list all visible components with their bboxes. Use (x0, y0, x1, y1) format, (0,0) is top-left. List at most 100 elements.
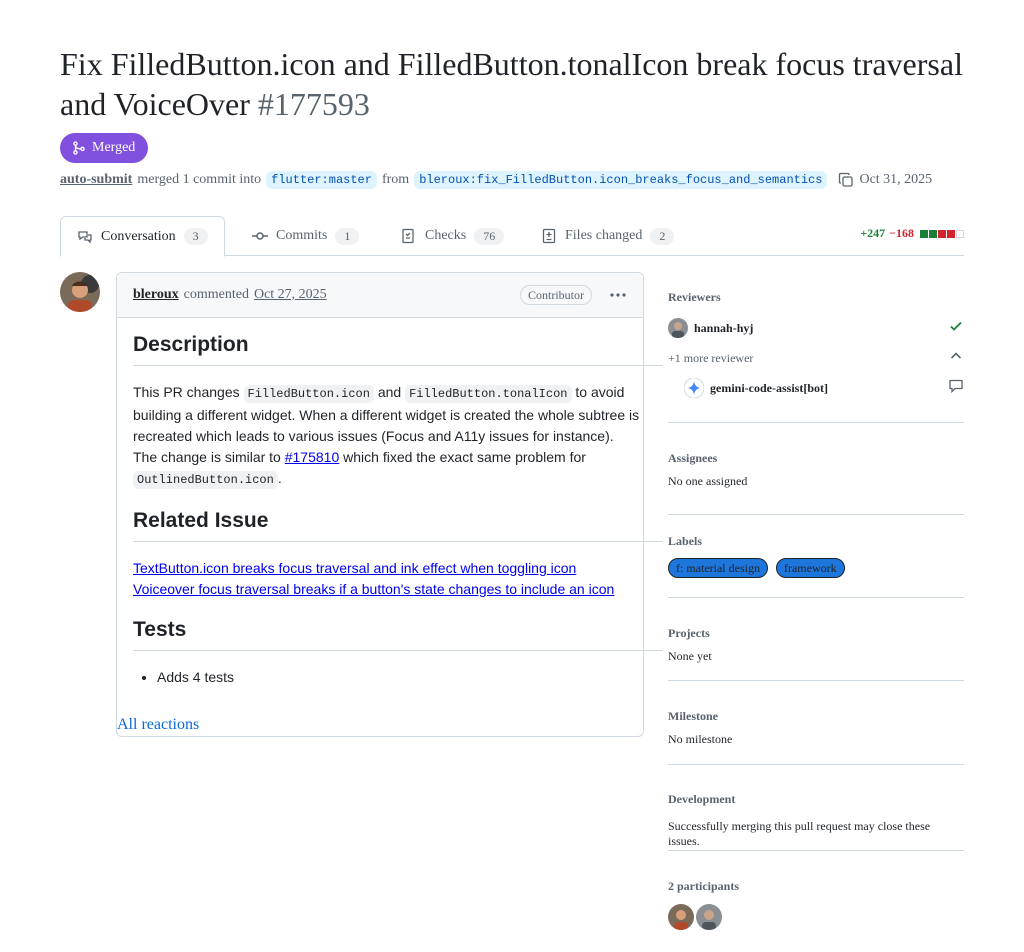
merge-icon (73, 141, 85, 155)
related-issues: TextButton.icon breaks focus traversal a… (133, 558, 653, 600)
reviewer-row[interactable]: gemini-code-assist[bot] (668, 377, 964, 399)
divider (668, 514, 964, 515)
avatar[interactable] (696, 904, 722, 930)
participants-section: 2 participants (668, 879, 964, 930)
commit-icon (252, 232, 268, 240)
all-reactions-link[interactable]: All reactions (117, 716, 199, 734)
assignees-title[interactable]: Assignees (668, 451, 964, 466)
conversation-icon (78, 230, 92, 244)
file-diff-icon (542, 228, 556, 244)
projects-value: None yet (668, 649, 712, 663)
heading-related-issue: Related Issue (133, 507, 663, 542)
tab-commits[interactable]: Commits 1 (236, 216, 375, 256)
reviewers-section: Reviewers hannah-hyj +1 more reviewer ge… (668, 290, 964, 399)
deletions-count: −168 (889, 226, 914, 240)
list-item: Adds 4 tests (157, 667, 653, 688)
tab-label: Checks (425, 228, 467, 243)
divider (668, 597, 964, 598)
inline-code: OutlinedButton.icon (133, 471, 278, 489)
tests-list: Adds 4 tests (133, 667, 653, 688)
check-icon (948, 318, 964, 338)
tab-checks[interactable]: Checks 76 (385, 216, 520, 256)
tab-counter: 76 (474, 227, 505, 245)
tab-conversation[interactable]: Conversation 3 (60, 216, 225, 257)
tab-counter: 2 (650, 227, 675, 245)
more-reviewers-toggle[interactable]: +1 more reviewer (668, 347, 964, 369)
tab-label: Files changed (565, 228, 643, 243)
pr-number: #177593 (257, 86, 370, 122)
comment-action: commented (183, 287, 249, 302)
diffstat-blocks (920, 229, 964, 238)
participants-list (668, 904, 964, 930)
tab-counter: 3 (183, 228, 208, 245)
sparkle-icon (684, 378, 704, 398)
development-section: Development Successfully merging this pu… (668, 792, 964, 849)
projects-section: Projects None yet (668, 626, 964, 664)
description-paragraph: This PR changes FilledButton.icon and Fi… (133, 382, 653, 491)
pr-title-text: Fix FilledButton.icon and FilledButton.t… (60, 46, 963, 122)
labels-list: f: material design framework (668, 558, 964, 578)
text: and (377, 384, 402, 400)
label-framework[interactable]: framework (775, 558, 845, 578)
divider (668, 764, 964, 765)
diffstat: +247 −168 (860, 226, 964, 241)
text: which fixed the exact same problem for (343, 449, 586, 465)
inline-code: FilledButton.tonalIcon (405, 385, 572, 403)
text: . (277, 470, 282, 486)
labels-title[interactable]: Labels (668, 534, 964, 549)
tab-files-changed[interactable]: Files changed 2 (525, 216, 690, 256)
inline-code: FilledButton.icon (243, 385, 374, 403)
comment-body: Description This PR changes FilledButton… (133, 331, 663, 688)
comment-date[interactable]: Oct 27, 2025 (254, 287, 327, 303)
from-text: from (381, 172, 410, 187)
divider (668, 422, 964, 423)
issue-link[interactable]: Voiceover focus traversal breaks if a bu… (133, 581, 614, 597)
comment-author[interactable]: bleroux (133, 287, 179, 303)
chevron-up-icon (948, 348, 964, 368)
issue-link[interactable]: TextButton.icon breaks focus traversal a… (133, 560, 576, 576)
reviewer-name: gemini-code-assist[bot] (710, 380, 828, 395)
checklist-icon (402, 228, 414, 244)
avatar[interactable] (60, 272, 100, 312)
milestone-value: No milestone (668, 732, 733, 746)
divider (668, 850, 964, 851)
divider (668, 680, 964, 681)
additions-count: +247 (860, 226, 886, 240)
merge-date: Oct 31, 2025 (859, 172, 933, 187)
assignees-value: No one assigned (668, 474, 748, 488)
participants-title: 2 participants (668, 879, 740, 893)
pr-title: Fix FilledButton.icon and FilledButton.t… (60, 44, 980, 124)
tab-counter: 1 (335, 227, 360, 245)
milestone-section: Milestone No milestone (668, 709, 964, 747)
reviewer-name: hannah-hyj (694, 320, 754, 335)
pr-tabs: Conversation 3 Commits 1 Checks 76 Files… (60, 216, 964, 257)
comment-header: bleroux commented Oct 27, 2025 Contribut… (117, 273, 643, 318)
pr-link[interactable]: #175810 (285, 449, 340, 465)
text: This PR changes (133, 384, 240, 400)
projects-title[interactable]: Projects (668, 626, 964, 641)
development-title[interactable]: Development (668, 792, 964, 807)
copy-icon[interactable] (838, 172, 854, 188)
labels-section: Labels f: material design framework (668, 534, 964, 578)
merged-badge-label: Merged (92, 140, 136, 155)
role-badge: Contributor (520, 285, 592, 305)
merge-text: merged 1 commit into (137, 172, 262, 187)
label-material-design[interactable]: f: material design (668, 558, 768, 578)
head-branch[interactable]: bleroux:fix_FilledButton.icon_breaks_foc… (414, 171, 828, 189)
base-branch[interactable]: flutter:master (266, 171, 377, 189)
author-link[interactable]: auto-submit (60, 172, 132, 188)
milestone-title[interactable]: Milestone (668, 709, 964, 724)
comment-box: bleroux commented Oct 27, 2025 Contribut… (116, 272, 663, 737)
text: The change is similar to (133, 449, 281, 465)
development-value: Successfully merging this pull request m… (668, 819, 931, 848)
tab-label: Conversation (101, 228, 176, 244)
heading-tests: Tests (133, 616, 663, 651)
kebab-menu-icon[interactable] (609, 286, 627, 304)
avatar[interactable] (668, 904, 694, 930)
pr-meta: auto-submit merged 1 commit into flutter… (60, 168, 932, 192)
comment-icon (948, 378, 964, 398)
reviewers-title[interactable]: Reviewers (668, 290, 964, 305)
tab-label: Commits (276, 228, 328, 243)
reviewer-row[interactable]: hannah-hyj (668, 317, 964, 339)
assignees-section: Assignees No one assigned (668, 451, 964, 489)
